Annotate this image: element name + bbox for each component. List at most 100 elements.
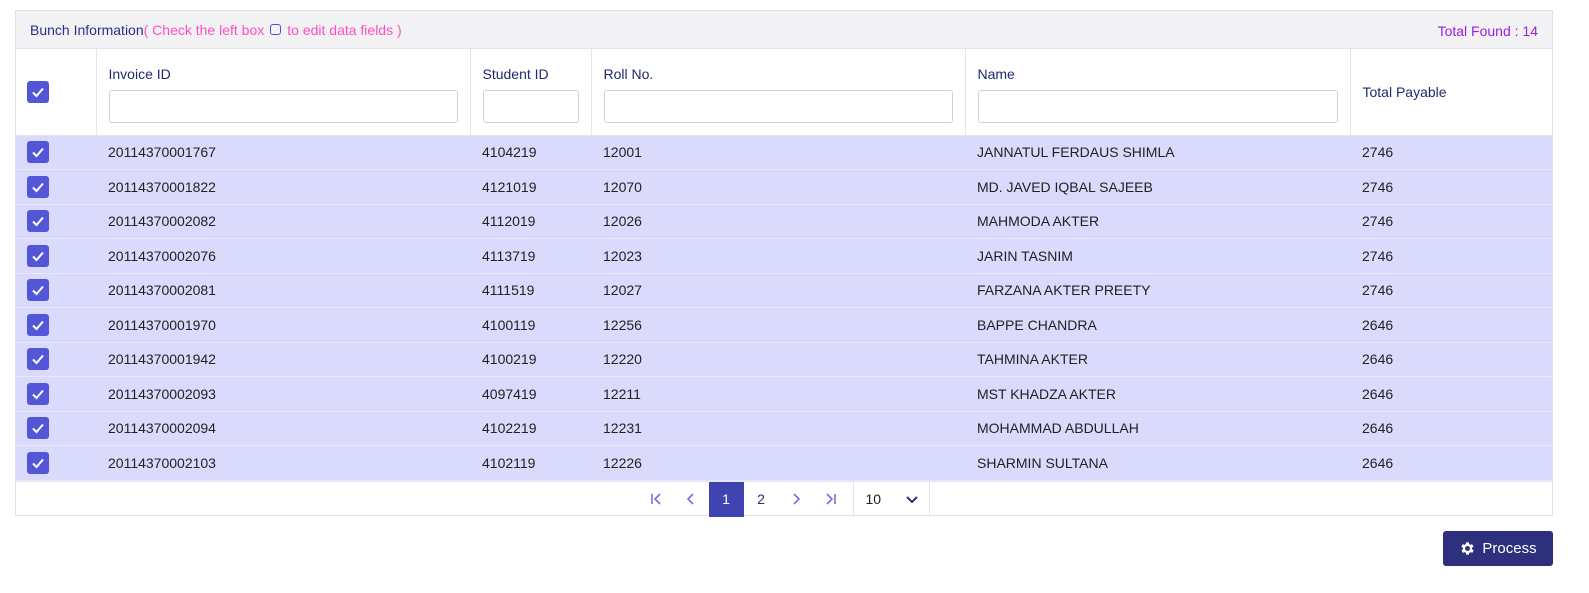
row-checkbox[interactable] [27,417,49,440]
cell-name: MAHMODA AKTER [965,204,1350,239]
table-row[interactable]: 20114370002082 4112019 12026 MAHMODA AKTER 2… [16,204,1552,239]
table-header-row: Invoice ID Student ID Roll No. Name Tota… [16,49,1552,136]
row-checkbox[interactable] [27,244,49,267]
cell-invoice-id: 20114370001970 [96,307,470,343]
header-student-id: Student ID [470,49,592,136]
cell-invoice-id: 20114370002076 [96,238,470,274]
cell-invoice-id: 20114370002082 [96,204,470,239]
first-page-button[interactable] [639,482,674,517]
invoice-id-filter-input[interactable] [108,90,458,123]
cell-name: MOHAMMAD ABDULLAH [965,411,1350,446]
row-checkbox-cell [16,376,96,412]
row-checkbox[interactable] [27,210,49,233]
check-icon [32,424,44,434]
cell-total-payable: 2646 [1350,342,1552,377]
cell-name: SHARMIN SULTANA [965,445,1350,481]
page-size-value: 10 [865,491,882,507]
row-checkbox[interactable] [27,175,49,198]
row-checkbox-cell [16,238,96,274]
cell-student-id: 4121019 [470,169,591,205]
header-roll-no: Roll No. [591,49,966,136]
table-row[interactable]: 20114370002103 4102119 12226 SHARMIN SULTAN… [16,445,1552,481]
cell-total-payable: 2646 [1350,376,1552,412]
cell-total-payable: 2746 [1350,135,1552,170]
table-row[interactable]: 20114370001822 4121019 12070 MD. JAVED IQBA… [16,169,1552,205]
last-page-icon [826,493,836,505]
cell-roll-no: 12226 [591,445,965,481]
next-page-icon [793,493,801,505]
row-checkbox[interactable] [27,382,49,405]
edit-hint-before: ( Check the left box [143,21,265,38]
column-label: Name [977,66,1015,82]
row-checkbox-cell [16,204,96,239]
next-page-button[interactable] [779,482,814,517]
header-name: Name [965,49,1351,136]
bunch-information-panel: Bunch Information ( Check the left box t… [15,10,1553,517]
page-button-1[interactable]: 1 [708,481,744,517]
cell-student-id: 4100219 [470,342,591,377]
check-icon [32,286,44,296]
table-row[interactable]: 20114370001767 4104219 12001 JANNATUL FERDA… [16,135,1552,170]
row-checkbox[interactable] [27,313,49,336]
check-icon [32,217,44,227]
table-row[interactable]: 20114370002081 4111519 12027 FARZANA AKTER … [16,273,1552,308]
row-checkbox-cell [16,411,96,446]
row-checkbox[interactable] [27,451,49,474]
first-page-icon [651,493,661,505]
student-id-filter-input[interactable] [482,90,579,123]
cell-invoice-id: 20114370002094 [96,411,470,446]
cell-total-payable: 2746 [1350,273,1552,308]
cell-total-payable: 2646 [1350,307,1552,343]
cell-invoice-id: 20114370002081 [96,273,470,308]
cell-roll-no: 12026 [591,204,965,239]
row-checkbox-cell [16,273,96,308]
cell-invoice-id: 20114370001942 [96,342,470,377]
roll-no-filter-input[interactable] [603,90,953,123]
table-row[interactable]: 20114370001942 4100219 12220 TAHMINA AKTER 2… [16,342,1552,377]
cell-name: FARZANA AKTER PREETY [965,273,1350,308]
page-button-2[interactable]: 2 [744,482,779,517]
cell-roll-no: 12070 [591,169,965,205]
cell-total-payable: 2746 [1350,238,1552,274]
table-row[interactable]: 20114370001970 4100119 12256 BAPPE CHANDRA 2… [16,307,1552,343]
header-invoice-id: Invoice ID [96,49,471,136]
table-row[interactable]: 20114370002093 4097419 12211 MST KHADZA AKT… [16,376,1552,412]
check-icon [32,355,44,365]
page-size-dropdown[interactable]: 10 [852,481,930,517]
row-checkbox-cell [16,445,96,481]
cell-total-payable: 2746 [1350,169,1552,205]
bunch-table: Invoice ID Student ID Roll No. Name Tota… [16,49,1552,481]
column-label: Roll No. [603,66,654,82]
panel-title: Bunch Information [30,21,144,38]
row-checkbox[interactable] [27,348,49,371]
select-all-header [16,49,97,136]
cell-name: BAPPE CHANDRA [965,307,1350,343]
row-checkbox[interactable] [27,279,49,302]
prev-page-button[interactable] [674,482,709,517]
row-checkbox[interactable] [27,141,49,164]
row-checkbox-cell [16,342,96,377]
select-all-checkbox[interactable] [27,80,49,103]
check-icon [32,87,44,98]
total-found: Total Found : 14 [1437,23,1538,39]
prev-page-icon [686,493,694,505]
cell-name: JANNATUL FERDAUS SHIMLA [965,135,1350,170]
cell-student-id: 4100119 [470,307,591,343]
column-label: Invoice ID [108,66,171,82]
column-label: Student ID [482,66,549,82]
cell-student-id: 4113719 [470,238,591,274]
cell-invoice-id: 20114370001767 [96,135,470,170]
cell-name: JARIN TASNIM [965,238,1350,274]
cell-invoice-id: 20114370002093 [96,376,470,412]
table-row[interactable]: 20114370002094 4102219 12231 MOHAMMAD ABDUL… [16,411,1552,446]
cell-name: MD. JAVED IQBAL SAJEEB [965,169,1350,205]
process-button-label: Process [1482,540,1537,557]
name-filter-input[interactable] [977,90,1338,123]
cell-invoice-id: 20114370001822 [96,169,470,205]
table-body: 20114370001767 4104219 12001 JANNATUL FERDA… [16,135,1552,481]
table-row[interactable]: 20114370002076 4113719 12023 JARIN TASNIM 27… [16,238,1552,274]
process-button[interactable]: Process [1443,531,1553,566]
gear-icon [1461,542,1475,555]
last-page-button[interactable] [814,482,849,517]
cell-name: TAHMINA AKTER [965,342,1350,377]
